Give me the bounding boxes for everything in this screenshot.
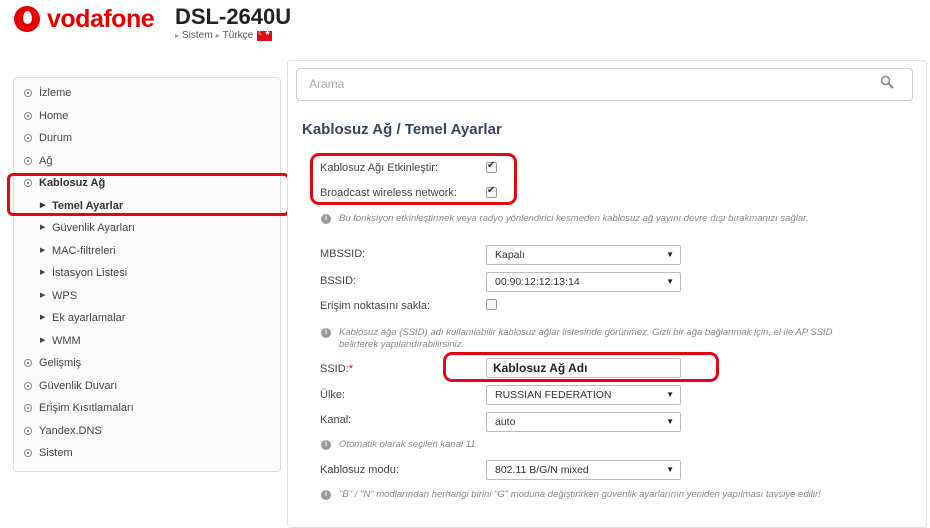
sidebar-item-kablosuz-ag[interactable]: Kablosuz Ağ bbox=[14, 172, 280, 195]
caret-right-icon: ▶ bbox=[40, 246, 46, 254]
hint-enable: Bu fonksiyon etkinleştirmek veya radyo y… bbox=[339, 213, 809, 224]
brand-name: vodafone bbox=[47, 5, 155, 33]
bssid-label: BSSID: bbox=[320, 275, 357, 287]
search-input[interactable]: Arama bbox=[296, 68, 913, 101]
hint-ssid: Kablosuz ağa (SSID) adı kullanılabilir k… bbox=[339, 327, 833, 350]
channel-label: Kanal: bbox=[320, 414, 352, 426]
bullet-icon bbox=[24, 179, 32, 187]
info-icon: i bbox=[321, 490, 331, 500]
header: vodafone DSL-2640U ▸ Sistem ▸ Türkçe bbox=[0, 0, 930, 60]
hint-mode: "B" / "N" modlarından herhangi birini "G… bbox=[339, 489, 821, 500]
sidebar-item-ek-ayarlamalar[interactable]: ▶ Ek ayarlamalar bbox=[14, 307, 280, 330]
enable-wireless-checkbox[interactable] bbox=[486, 160, 497, 173]
sidebar-item-yandex-dns[interactable]: Yandex.DNS bbox=[14, 420, 280, 443]
bullet-icon bbox=[24, 404, 32, 412]
country-select[interactable]: RUSSIAN FEDERATION ▼ bbox=[486, 385, 681, 405]
dropdown-arrow-icon: ▼ bbox=[666, 465, 674, 474]
arrow-right-icon: ▸ bbox=[175, 31, 180, 40]
mbssid-select[interactable]: Kapalı ▼ bbox=[486, 245, 681, 265]
sidebar-item-erisim-kisitlamalari[interactable]: Erişim Kısıtlamaları bbox=[14, 397, 280, 420]
device-model: DSL-2640U bbox=[175, 4, 292, 29]
caret-right-icon: ▶ bbox=[40, 291, 46, 299]
channel-select[interactable]: auto ▼ bbox=[486, 412, 681, 432]
hide-ap-label: Erişim noktasını sakla: bbox=[320, 300, 431, 312]
system-menu-link[interactable]: Sistem bbox=[182, 30, 213, 41]
country-label: Ülke: bbox=[320, 389, 346, 401]
bullet-icon bbox=[24, 359, 32, 367]
broadcast-label: Broadcast wireless network: bbox=[320, 187, 457, 199]
ssid-label: SSID:* bbox=[320, 363, 354, 375]
enable-wireless-label: Kablosuz Ağı Etkinleştir: bbox=[320, 162, 439, 174]
breadcrumb: ▸ Sistem ▸ Türkçe bbox=[175, 29, 273, 41]
dropdown-arrow-icon: ▼ bbox=[666, 417, 674, 426]
sidebar-item-wps[interactable]: ▶ WPS bbox=[14, 285, 280, 308]
page-title: Kablosuz Ağ / Temel Ayarlar bbox=[302, 121, 502, 138]
caret-right-icon: ▶ bbox=[40, 336, 46, 344]
sidebar-item-guvenlik-ayarlari[interactable]: ▶ Güvenlik Ayarları bbox=[14, 217, 280, 240]
bullet-icon bbox=[24, 426, 32, 435]
mbssid-label: MBSSID: bbox=[320, 248, 366, 260]
bullet-icon bbox=[24, 381, 32, 390]
arrow-right-icon: ▸ bbox=[215, 31, 220, 40]
wireless-mode-label: Kablosuz modu: bbox=[320, 464, 399, 476]
sidebar-item-guvenlik-duvari[interactable]: Güvenlik Duvarı bbox=[14, 375, 280, 398]
sidebar-item-wmm[interactable]: ▶ WMM bbox=[14, 330, 280, 353]
bullet-icon bbox=[24, 111, 32, 120]
sidebar-item-home[interactable]: Home bbox=[14, 105, 280, 128]
vodafone-logo-icon bbox=[14, 6, 40, 32]
sidebar-item-istasyon-listesi[interactable]: ▶ İstasyon Listesi bbox=[14, 262, 280, 285]
sidebar-item-durum[interactable]: Durum bbox=[14, 127, 280, 150]
info-icon: i bbox=[321, 440, 331, 450]
broadcast-checkbox[interactable] bbox=[486, 185, 497, 198]
info-icon: i bbox=[321, 214, 331, 224]
bssid-select[interactable]: 00:90:12:12:13:14 ▼ bbox=[486, 272, 681, 292]
ssid-input[interactable]: Kablosuz Ağ Adı bbox=[486, 358, 681, 378]
bullet-icon bbox=[24, 156, 32, 165]
sidebar-item-gelismis[interactable]: Gelişmiş bbox=[14, 352, 280, 375]
sidebar-item-izleme[interactable]: İzleme bbox=[14, 82, 280, 105]
turkey-flag-icon[interactable] bbox=[257, 29, 273, 41]
caret-right-icon: ▶ bbox=[40, 314, 46, 321]
bullet-icon bbox=[24, 449, 32, 457]
wireless-mode-select[interactable]: 802.11 B/G/N mixed ▼ bbox=[486, 460, 681, 480]
hide-ap-checkbox[interactable] bbox=[486, 299, 497, 310]
sidebar: İzleme Home Durum Ağ Kablosuz Ağ ▶ Temel … bbox=[13, 77, 281, 472]
language-selector[interactable]: Türkçe bbox=[223, 30, 254, 41]
sidebar-item-sistem[interactable]: Sistem bbox=[14, 442, 280, 465]
hint-channel: Otomatik olarak seçilen kanal 11 bbox=[339, 439, 476, 450]
caret-right-icon: ▶ bbox=[40, 224, 46, 231]
sidebar-item-mac-filtreleri[interactable]: ▶ MAC-filtreleri bbox=[14, 240, 280, 263]
info-icon: i bbox=[321, 328, 331, 338]
sidebar-item-ag[interactable]: Ağ bbox=[14, 150, 280, 173]
dropdown-arrow-icon: ▼ bbox=[666, 390, 674, 399]
dropdown-arrow-icon: ▼ bbox=[666, 250, 674, 259]
caret-right-icon: ▶ bbox=[40, 269, 46, 276]
dropdown-arrow-icon: ▼ bbox=[666, 277, 674, 286]
caret-right-icon: ▶ bbox=[40, 201, 46, 209]
bullet-icon bbox=[24, 89, 32, 97]
sidebar-item-temel-ayarlar[interactable]: ▶ Temel Ayarlar bbox=[14, 195, 280, 218]
bullet-icon bbox=[24, 134, 32, 142]
search-icon[interactable] bbox=[880, 75, 894, 89]
